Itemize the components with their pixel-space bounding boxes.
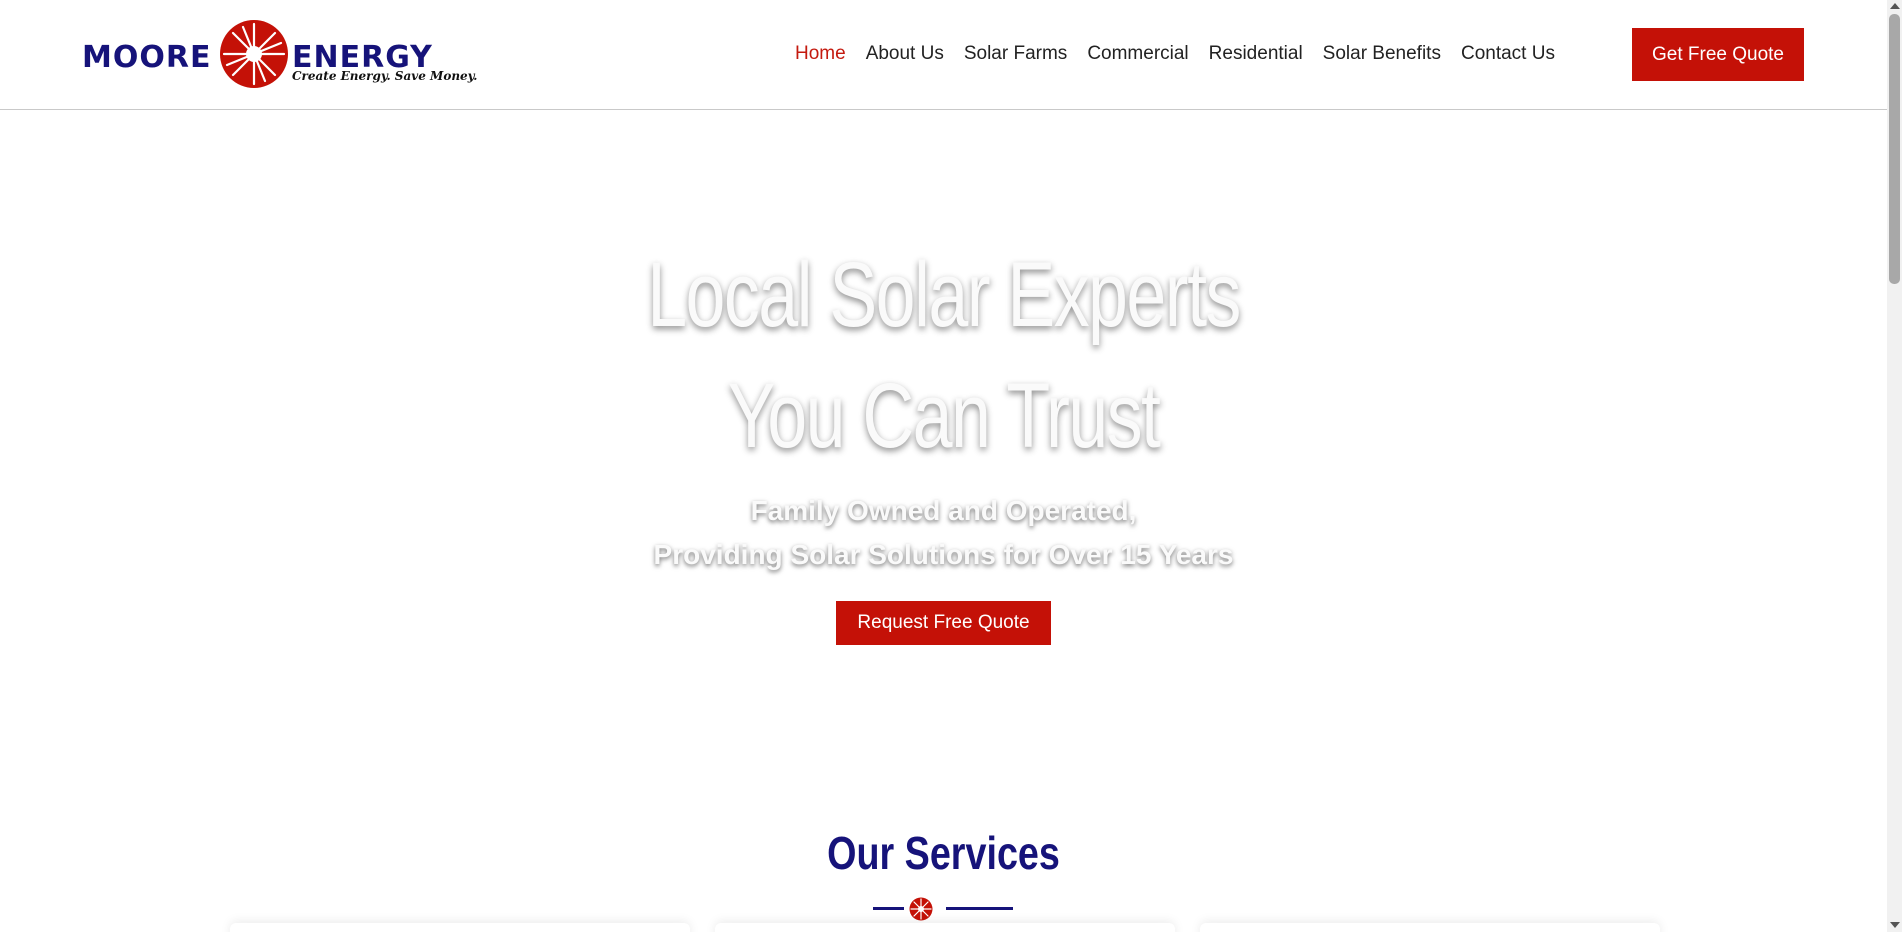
services-title: Our Services xyxy=(827,827,1060,879)
nav-item-contact-us[interactable]: Contact Us xyxy=(1451,40,1565,68)
nav-item-about-us[interactable]: About Us xyxy=(856,40,954,68)
hero-subtitle-line-2: Providing Solar Solutions for Over 15 Ye… xyxy=(653,539,1234,570)
logo-text-left: MOORE xyxy=(82,40,212,75)
sun-burst-icon xyxy=(909,897,933,921)
nav-item-solar-benefits[interactable]: Solar Benefits xyxy=(1313,40,1451,68)
nav-item-residential[interactable]: Residential xyxy=(1199,40,1313,68)
service-card[interactable] xyxy=(715,923,1175,932)
hero-subtitle-line-1: Family Owned and Operated, xyxy=(750,495,1137,526)
nav-item-commercial[interactable]: Commercial xyxy=(1077,40,1198,68)
hero-title-line-2: You Can Trust xyxy=(727,365,1161,467)
nav-item-home[interactable]: Home xyxy=(785,40,856,68)
divider-line-right xyxy=(946,907,1013,910)
site-header: MOORE ENERGY Create Energy. Save Money. … xyxy=(0,0,1887,110)
page: MOORE ENERGY Create Energy. Save Money. … xyxy=(0,0,1887,932)
logo-tagline: Create Energy. Save Money. xyxy=(292,69,478,83)
vertical-scrollbar[interactable] xyxy=(1887,0,1902,932)
sun-burst-icon xyxy=(220,20,288,88)
nav-item-solar-farms[interactable]: Solar Farms xyxy=(954,40,1077,68)
divider-line-left xyxy=(873,907,904,910)
get-free-quote-button[interactable]: Get Free Quote xyxy=(1632,28,1804,81)
logo[interactable]: MOORE ENERGY Create Energy. Save Money. xyxy=(82,18,477,90)
hero-section: Local Solar Experts You Can Trust Family… xyxy=(0,110,1887,730)
scroll-thumb[interactable] xyxy=(1889,14,1900,284)
request-free-quote-button[interactable]: Request Free Quote xyxy=(836,601,1051,645)
service-card[interactable] xyxy=(230,923,690,932)
section-divider xyxy=(873,897,1013,921)
scroll-up-arrow-icon[interactable] xyxy=(1890,3,1900,9)
service-card[interactable] xyxy=(1200,923,1660,932)
main-nav: Home About Us Solar Farms Commercial Res… xyxy=(785,40,1565,68)
hero-title-line-1: Local Solar Experts xyxy=(647,244,1241,346)
scroll-down-arrow-icon[interactable] xyxy=(1890,922,1900,928)
